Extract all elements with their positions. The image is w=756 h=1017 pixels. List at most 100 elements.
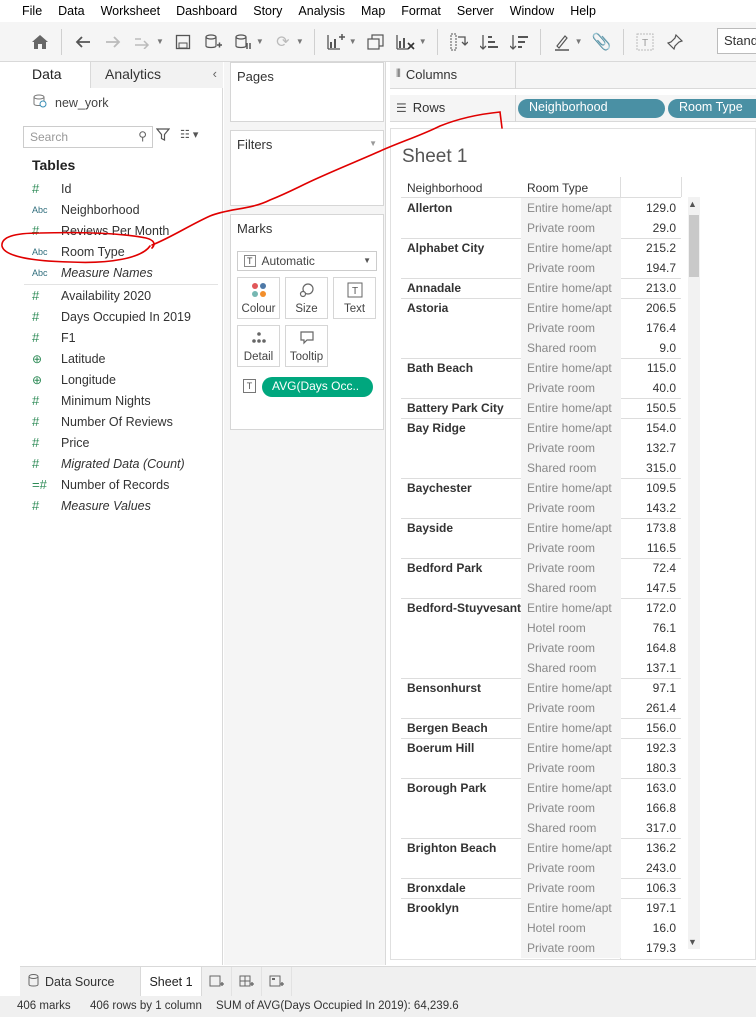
value-cell[interactable]: 176.4 [621,318,680,335]
neighborhood-cell[interactable]: Baychester [407,481,472,495]
tooltip-button[interactable]: Tooltip [285,325,328,367]
field-reviews-per-month[interactable]: # Reviews Per Month [32,220,169,241]
room-type-pill[interactable]: Room Type [668,99,756,118]
new-datasource-icon[interactable] [201,28,225,56]
room-type-cell[interactable]: Hotel room [521,618,621,638]
value-cell[interactable]: 166.8 [621,798,680,815]
swap-rows-columns-icon[interactable] [447,28,471,56]
room-type-cell[interactable]: Entire home/apt [521,238,621,258]
room-type-cell[interactable]: Private room [521,438,621,458]
room-type-cell[interactable]: Private room [521,218,621,238]
tab-sheet-1[interactable]: Sheet 1 [140,967,202,997]
value-cell[interactable]: 317.0 [621,818,680,835]
neighborhood-cell[interactable]: Allerton [407,201,452,215]
size-button[interactable]: Size [285,277,328,319]
field-measure-values[interactable]: # Measure Values [32,495,151,516]
neighborhood-cell[interactable]: Alphabet City [407,241,484,255]
field-f1[interactable]: # F1 [32,327,76,348]
undo-icon[interactable] [71,28,95,56]
value-cell[interactable]: 9.0 [621,338,680,355]
new-worksheet-icon[interactable] [324,28,348,56]
room-type-cell[interactable]: Entire home/apt [521,598,621,618]
value-cell[interactable]: 156.0 [621,718,680,735]
sort-descending-icon[interactable] [507,28,531,56]
new-story-tab-icon[interactable] [262,967,292,997]
neighborhood-cell[interactable]: Bensonhurst [407,681,481,695]
value-cell[interactable]: 163.0 [621,778,680,795]
menu-item-worksheet[interactable]: Worksheet [101,4,161,18]
value-cell[interactable]: 132.7 [621,438,680,455]
menu-item-dashboard[interactable]: Dashboard [176,4,237,18]
value-cell[interactable]: 197.1 [621,898,680,915]
neighborhood-cell[interactable]: Borough Park [407,781,486,795]
value-cell[interactable]: 76.1 [621,618,680,635]
value-cell[interactable]: 116.5 [621,538,680,555]
room-type-cell[interactable]: Entire home/apt [521,838,621,858]
field-room-type[interactable]: Abc Room Type [32,241,125,262]
room-type-cell[interactable]: Private room [521,858,621,878]
room-type-cell[interactable]: Entire home/apt [521,418,621,438]
value-cell[interactable]: 97.1 [621,678,680,695]
menu-item-server[interactable]: Server [457,4,494,18]
field-days-occupied-in-2019[interactable]: # Days Occupied In 2019 [32,306,191,327]
columns-shelf[interactable]: ⦀ Columns [390,62,756,89]
new-worksheet-tab-icon[interactable] [202,967,232,997]
room-type-cell[interactable]: Entire home/apt [521,738,621,758]
pin-icon[interactable] [663,28,687,56]
room-type-cell[interactable]: Shared room [521,338,621,358]
menu-item-data[interactable]: Data [58,4,84,18]
highlight-icon[interactable] [550,28,574,56]
value-cell[interactable]: 129.0 [621,198,680,215]
neighborhood-cell[interactable]: Bay Ridge [407,421,466,435]
clear-sheet-icon[interactable] [394,28,418,56]
field-neighborhood[interactable]: Abc Neighborhood [32,199,140,220]
value-cell[interactable]: 16.0 [621,918,680,935]
room-type-cell[interactable]: Private room [521,698,621,718]
field-id[interactable]: # Id [32,178,71,199]
neighborhood-cell[interactable]: Bedford Park [407,561,482,575]
new-dashboard-tab-icon[interactable] [232,967,262,997]
field-availability-2020[interactable]: # Availability 2020 [32,285,151,306]
menu-item-story[interactable]: Story [253,4,282,18]
room-type-cell[interactable]: Private room [521,538,621,558]
mark-type-dropdown[interactable]: T Automatic ▼ [237,251,377,271]
room-type-cell[interactable]: Private room [521,938,621,958]
neighborhood-cell[interactable]: Bayside [407,521,453,535]
value-cell[interactable]: 180.3 [621,758,680,775]
value-cell[interactable]: 173.8 [621,518,680,535]
value-cell[interactable]: 315.0 [621,458,680,475]
sheet-title[interactable]: Sheet 1 [402,146,468,168]
value-cell[interactable]: 194.7 [621,258,680,275]
menu-item-file[interactable]: File [22,4,42,18]
value-cell[interactable]: 147.5 [621,578,680,595]
refresh-icon[interactable]: ⟳ [271,28,295,56]
home-icon[interactable] [28,28,52,56]
field-migrated-data-count[interactable]: # Migrated Data (Count) [32,453,185,474]
value-cell[interactable]: 213.0 [621,278,680,295]
value-cell[interactable]: 243.0 [621,858,680,875]
room-type-cell[interactable]: Private room [521,498,621,518]
neighborhood-cell[interactable]: Bath Beach [407,361,473,375]
room-type-cell[interactable]: Entire home/apt [521,298,621,318]
group-members-icon[interactable]: 📎 [590,28,614,56]
colour-button[interactable]: Colour [237,277,280,319]
show-mark-labels-icon[interactable]: T [633,28,657,56]
field-longitude[interactable]: ⊕ Longitude [32,369,116,390]
room-type-cell[interactable]: Entire home/apt [521,718,621,738]
pause-updates-icon[interactable] [231,28,255,56]
header-neighborhood[interactable]: Neighborhood [407,181,482,195]
value-cell[interactable]: 192.3 [621,738,680,755]
room-type-cell[interactable]: Shared room [521,458,621,478]
neighborhood-cell[interactable]: Brighton Beach [407,841,496,855]
field-number-of-reviews[interactable]: # Number Of Reviews [32,411,173,432]
tab-data-source[interactable]: Data Source [20,967,140,997]
value-cell[interactable]: 172.0 [621,598,680,615]
filter-icon[interactable] [155,128,171,144]
fit-dropdown[interactable]: Standard [717,28,756,54]
tab-data[interactable]: Data [20,62,90,88]
menu-item-analysis[interactable]: Analysis [298,4,345,18]
value-cell[interactable]: 136.2 [621,838,680,855]
menu-item-help[interactable]: Help [570,4,596,18]
value-cell[interactable]: 137.1 [621,658,680,675]
neighborhood-cell[interactable]: Bedford-Stuyvesant [407,601,521,615]
